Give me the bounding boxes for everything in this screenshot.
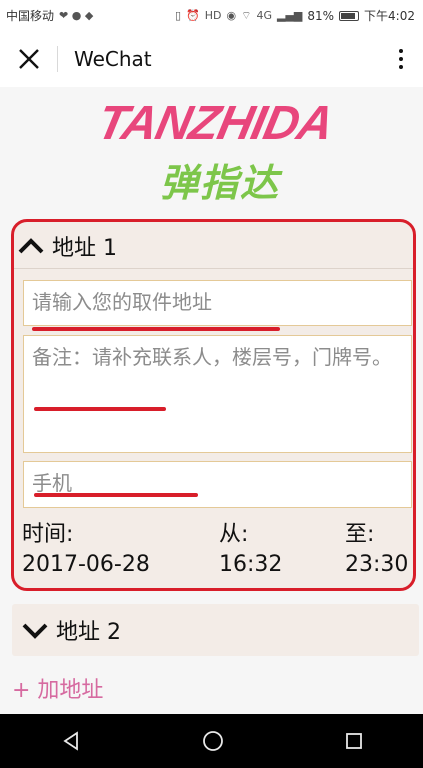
system-nav-bar bbox=[0, 714, 423, 768]
from-time-picker[interactable]: 16:32 bbox=[219, 552, 282, 577]
pickup-address-input[interactable]: 请输入您的取件地址 bbox=[23, 280, 412, 326]
close-button[interactable] bbox=[0, 31, 57, 87]
home-button[interactable] bbox=[202, 730, 224, 752]
network-type: 4G bbox=[256, 9, 272, 22]
highlight-underline bbox=[34, 407, 166, 411]
address-2-title: 地址 2 bbox=[56, 620, 121, 645]
recents-square-icon bbox=[345, 733, 362, 749]
brand-logo-en: TANZHIDA bbox=[92, 97, 338, 150]
wifi-icon: ⌔ bbox=[241, 8, 252, 22]
more-dots-icon bbox=[399, 57, 403, 61]
notes-textarea[interactable]: 备注：请补充联系人，楼层号，门牌号。 bbox=[23, 335, 412, 453]
address-1-header[interactable]: 地址 1 bbox=[16, 226, 117, 266]
card-divider bbox=[14, 268, 413, 269]
alarm-icon: ⏰ bbox=[186, 9, 200, 22]
phone-input[interactable]: 手机 bbox=[23, 461, 412, 508]
home-circle-icon bbox=[202, 731, 223, 751]
close-icon bbox=[18, 49, 39, 69]
page-title: WeChat bbox=[74, 47, 152, 71]
chevron-up-icon bbox=[18, 238, 44, 254]
add-address-link[interactable]: + 加地址 bbox=[12, 672, 103, 704]
highlight-underline bbox=[32, 327, 280, 331]
address-1-title: 地址 1 bbox=[52, 236, 117, 261]
recents-button[interactable] bbox=[345, 732, 363, 750]
brand-logo-cn: 弹指达 bbox=[159, 161, 280, 205]
battery-icon bbox=[339, 10, 360, 21]
battery-percent: 81% bbox=[307, 8, 335, 23]
eye-icon: ◉ bbox=[226, 9, 237, 22]
phone-placeholder: 手机 bbox=[32, 471, 72, 495]
status-left: 中国移动 ❤ ● ◆ bbox=[6, 7, 93, 24]
more-dots-icon bbox=[399, 49, 403, 53]
notification-icons: ❤ ● ◆ bbox=[59, 9, 94, 22]
brand-logo: TANZHIDA 弹指达 bbox=[90, 96, 340, 206]
status-right: ▯ ⏰ HD ◉ ⌔ 4G ▂▄▆ 81% 下午4:02 bbox=[175, 7, 415, 24]
carrier-label: 中国移动 bbox=[6, 9, 55, 23]
notes-placeholder: 备注：请补充联系人，楼层号，门牌号。 bbox=[32, 345, 392, 369]
time-label: 时间: bbox=[22, 522, 74, 547]
date-picker[interactable]: 2017-06-28 bbox=[22, 552, 150, 577]
more-dots-icon bbox=[399, 65, 403, 69]
signal-icon: ▂▄▆ bbox=[276, 9, 303, 22]
chevron-down-icon bbox=[22, 623, 48, 639]
status-bar: 中国移动 ❤ ● ◆ ▯ ⏰ HD ◉ ⌔ 4G ▂▄▆ 81% 下午4:02 bbox=[0, 0, 423, 31]
to-label: 至: bbox=[345, 522, 375, 547]
back-triangle-icon bbox=[62, 731, 78, 751]
title-separator bbox=[57, 46, 58, 72]
vibrate-icon: ▯ bbox=[174, 9, 182, 22]
to-time-picker[interactable]: 23:30 bbox=[345, 552, 408, 577]
from-label: 从: bbox=[219, 522, 249, 547]
address-card-2[interactable]: 地址 2 bbox=[12, 604, 419, 656]
back-button[interactable] bbox=[61, 731, 81, 751]
more-menu-button[interactable] bbox=[379, 31, 423, 87]
pickup-address-placeholder: 请输入您的取件地址 bbox=[32, 290, 212, 314]
title-bar: WeChat bbox=[0, 31, 423, 87]
highlight-underline bbox=[34, 493, 198, 497]
hd-icon: HD bbox=[204, 9, 222, 22]
clock: 下午4:02 bbox=[364, 9, 415, 23]
address-card-1: 地址 1 请输入您的取件地址 备注：请补充联系人，楼层号，门牌号。 手机 时间:… bbox=[11, 219, 416, 591]
